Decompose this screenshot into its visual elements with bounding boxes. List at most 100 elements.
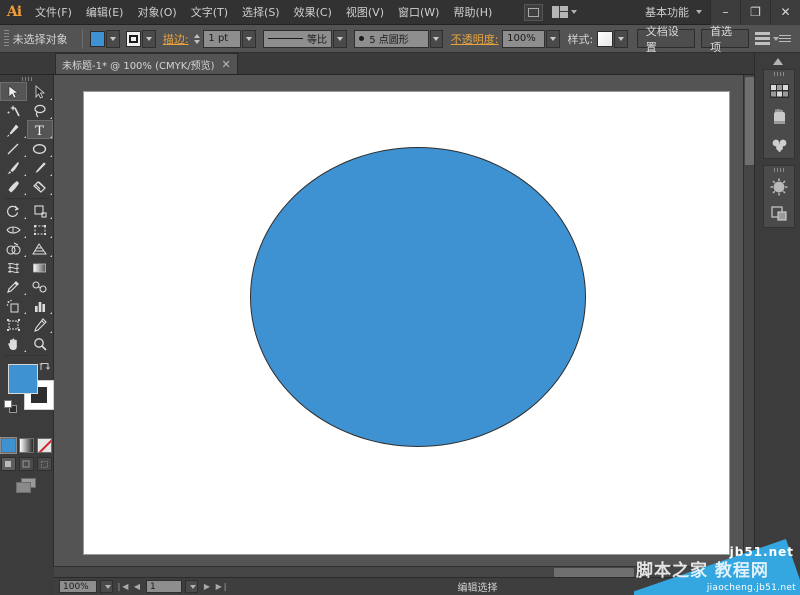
brush-definition-select[interactable]: 5 点圆形: [354, 30, 428, 48]
magic-wand-tool[interactable]: [0, 101, 27, 120]
draw-behind-icon[interactable]: [19, 457, 34, 471]
document-tab[interactable]: 未标题-1* @ 100% (CMYK/预览) ✕: [55, 53, 238, 74]
menu-window[interactable]: 窗口(W): [391, 0, 446, 25]
vertical-scrollbar[interactable]: [743, 75, 754, 577]
vertical-scroll-thumb[interactable]: [745, 77, 754, 165]
change-screen-mode-icon[interactable]: [0, 478, 53, 494]
appearance-panel-icon[interactable]: [764, 173, 794, 200]
scale-tool[interactable]: [27, 201, 54, 220]
selection-tool[interactable]: [0, 82, 27, 101]
gradient-tool[interactable]: [27, 258, 54, 277]
eraser-tool[interactable]: [27, 177, 54, 196]
ellipse-shape[interactable]: [250, 147, 586, 447]
pen-tool[interactable]: [0, 120, 27, 139]
canvas-area[interactable]: [54, 75, 754, 577]
bridge-icon[interactable]: [524, 4, 543, 21]
next-page-button[interactable]: ▶: [201, 580, 213, 593]
stroke-profile-select[interactable]: 等比: [263, 30, 332, 48]
blob-brush-tool[interactable]: [0, 177, 27, 196]
free-transform-tool[interactable]: [27, 220, 54, 239]
eyedropper-tool[interactable]: [0, 277, 27, 296]
ellipse-tool[interactable]: [27, 139, 54, 158]
stroke-weight-stepper[interactable]: [192, 34, 201, 44]
opacity-input[interactable]: 100%: [502, 30, 545, 48]
menu-type[interactable]: 文字(T): [184, 0, 235, 25]
stroke-swatch[interactable]: [126, 31, 142, 47]
pencil-tool[interactable]: [27, 158, 54, 177]
document-setup-button[interactable]: 文档设置: [637, 29, 695, 48]
blend-tool[interactable]: [27, 277, 54, 296]
menu-file[interactable]: 文件(F): [28, 0, 79, 25]
width-tool[interactable]: [0, 220, 27, 239]
artboard[interactable]: [84, 92, 729, 554]
lasso-tool[interactable]: [27, 101, 54, 120]
fill-swatch[interactable]: [90, 31, 106, 47]
minimize-button[interactable]: –: [710, 0, 740, 25]
direct-selection-tool[interactable]: [27, 82, 54, 101]
menu-object[interactable]: 对象(O): [130, 0, 183, 25]
fill-dropdown-button[interactable]: [106, 30, 120, 48]
perspective-grid-tool[interactable]: [27, 239, 54, 258]
color-panel-icon[interactable]: [764, 77, 794, 104]
menu-help[interactable]: 帮助(H): [446, 0, 499, 25]
zoom-dropdown-button[interactable]: [100, 580, 113, 593]
swap-fill-stroke-icon[interactable]: [39, 361, 50, 372]
rotate-tool[interactable]: [0, 201, 27, 220]
control-panel-menu-icon[interactable]: [779, 32, 792, 46]
menu-select[interactable]: 选择(S): [235, 0, 287, 25]
symbols-panel-icon[interactable]: [764, 131, 794, 158]
brushes-panel-icon[interactable]: [764, 104, 794, 131]
tools-panel-grip[interactable]: [0, 75, 53, 82]
stroke-weight-input[interactable]: 1 pt: [203, 30, 241, 48]
stroke-label[interactable]: 描边:: [163, 31, 189, 47]
zoom-level-input[interactable]: 100%: [59, 580, 97, 593]
none-mode-icon[interactable]: [37, 438, 52, 453]
stroke-dropdown-button[interactable]: [142, 30, 156, 48]
panel-group-grip[interactable]: [764, 70, 794, 77]
expand-panels-icon[interactable]: [755, 53, 800, 69]
shape-builder-tool[interactable]: [0, 239, 27, 258]
workspace-switcher[interactable]: 基本功能: [641, 4, 693, 20]
type-tool[interactable]: T: [27, 120, 54, 139]
slice-tool[interactable]: [27, 315, 54, 334]
align-icon[interactable]: [755, 32, 770, 45]
gradient-mode-icon[interactable]: [19, 438, 34, 453]
zoom-tool[interactable]: [27, 334, 54, 353]
status-left-button[interactable]: ◀: [742, 580, 754, 593]
column-graph-tool[interactable]: [27, 296, 54, 315]
line-segment-tool[interactable]: [0, 139, 27, 158]
menu-view[interactable]: 视图(V): [339, 0, 391, 25]
arrange-documents-icon[interactable]: [552, 4, 578, 21]
close-icon[interactable]: ✕: [222, 59, 231, 70]
transparency-panel-icon[interactable]: [764, 200, 794, 227]
status-menu-button[interactable]: ▶: [727, 580, 739, 593]
page-dropdown-button[interactable]: [185, 580, 198, 593]
menu-edit[interactable]: 编辑(E): [79, 0, 131, 25]
paintbrush-tool[interactable]: [0, 158, 27, 177]
control-bar-grip[interactable]: [4, 30, 9, 48]
brush-dropdown-button[interactable]: [430, 30, 444, 48]
horizontal-scroll-thumb[interactable]: [554, 568, 634, 577]
hand-tool[interactable]: [0, 334, 27, 353]
draw-normal-icon[interactable]: [1, 457, 16, 471]
page-number-input[interactable]: 1: [146, 580, 182, 593]
workspace-chevron-down-icon[interactable]: [696, 10, 702, 14]
preferences-button[interactable]: 首选项: [701, 29, 749, 48]
panel-group-grip[interactable]: [764, 166, 794, 173]
symbol-sprayer-tool[interactable]: [0, 296, 27, 315]
previous-page-button[interactable]: ◀: [131, 580, 143, 593]
stroke-profile-dropdown-button[interactable]: [333, 30, 347, 48]
menu-effect[interactable]: 效果(C): [287, 0, 339, 25]
horizontal-scrollbar[interactable]: [54, 566, 754, 577]
artboard-tool[interactable]: [0, 315, 27, 334]
stroke-weight-dropdown-button[interactable]: [242, 30, 256, 48]
last-page-button[interactable]: ▶❘: [216, 580, 228, 593]
graphic-style-swatch[interactable]: [597, 31, 613, 47]
mesh-tool[interactable]: [0, 258, 27, 277]
opacity-label[interactable]: 不透明度:: [451, 31, 499, 47]
style-dropdown-button[interactable]: [614, 30, 628, 48]
color-mode-icon[interactable]: [1, 438, 16, 453]
default-fill-stroke-icon[interactable]: [4, 400, 17, 413]
maximize-button[interactable]: ❐: [740, 0, 770, 25]
fill-color-box[interactable]: [8, 364, 38, 394]
